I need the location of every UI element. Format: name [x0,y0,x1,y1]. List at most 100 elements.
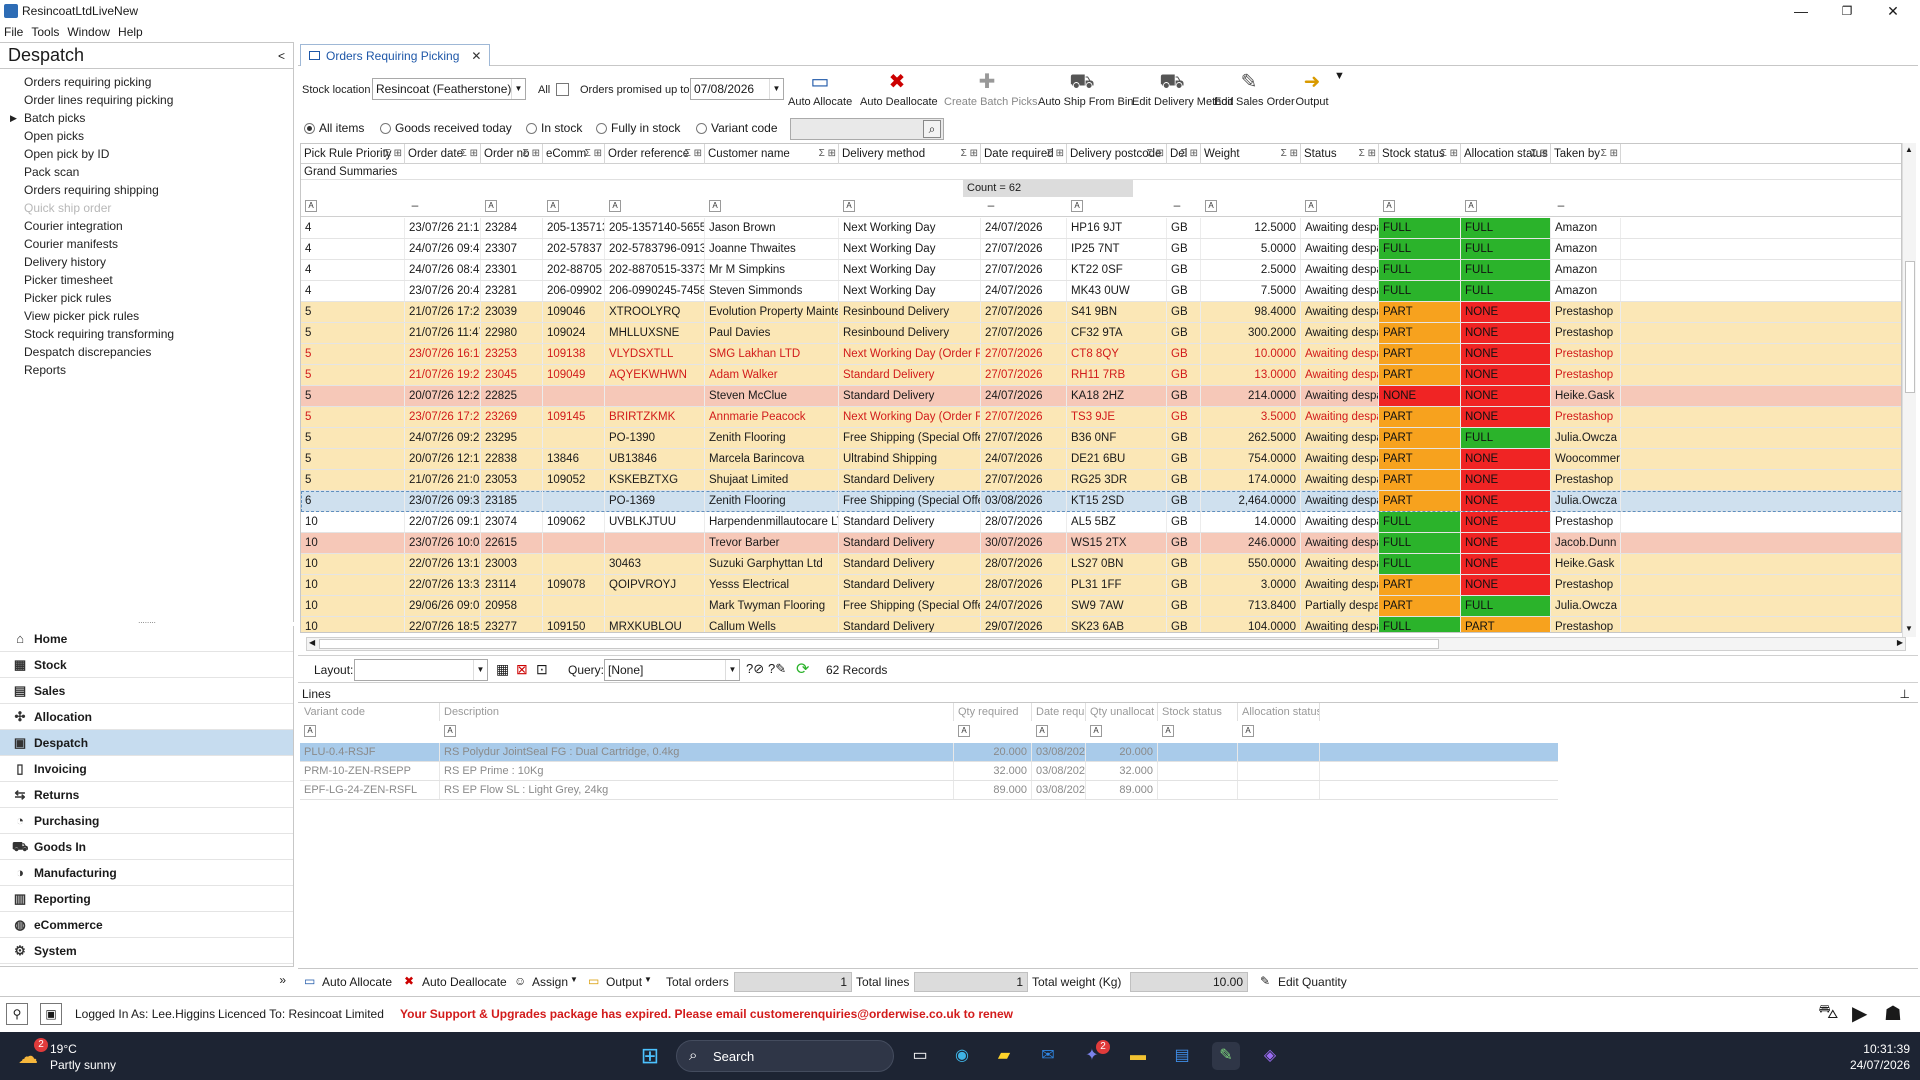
line-col-header-allocation-status[interactable]: Allocation status [1238,703,1320,721]
filter-all-items[interactable]: All items [304,121,364,135]
line-row[interactable]: EPF-LG-24-ZEN-RSFL RS EP Flow SL : Light … [300,781,1558,800]
scroll-right-icon[interactable]: ▶ [1897,638,1903,647]
cart-icon[interactable]: ⛍ [1818,1001,1839,1026]
radio-button[interactable] [696,122,707,134]
layout-select[interactable]: ▼ [354,659,488,681]
sidebar-item-batch-picks[interactable]: ▶ Batch picks [0,109,293,127]
refresh-icon[interactable]: ⟳ [796,659,809,679]
sidebar-item-courier-manifests[interactable]: Courier manifests [0,235,293,253]
filter-delivery-method-icon[interactable]: A [843,200,855,212]
sigma-icon[interactable]: Σ ⊞ [461,144,478,164]
sigma-icon[interactable]: Σ ⊞ [961,144,978,164]
table-row[interactable]: 10 22/07/26 18:58 23277 109150 MRXKUBLOU Call… [301,617,1901,632]
table-row[interactable]: 5 20/07/26 12:15 22838 13846 UB13846 Marcela … [301,449,1901,470]
nav-stock[interactable]: ▦ Stock [0,652,293,678]
table-row[interactable]: 5 21/07/26 19:21 23045 109049 AQYEKWHWN Adam … [301,365,1901,386]
sidebar-item-despatch-discrepancies[interactable]: Despatch discrepancies [0,343,293,361]
sticky-notes-icon[interactable]: ▰ [990,1042,1018,1070]
sidebar-item-order-lines-requiring-picking[interactable]: Order lines requiring picking [0,91,293,109]
nav-despatch[interactable]: ▣ Despatch [0,730,293,756]
table-row[interactable]: 10 23/07/26 10:08 22615 Trevor Barber Standa… [301,533,1901,554]
maximize-button[interactable]: ❐ [1824,0,1870,22]
col-header-date-required[interactable]: Date required Σ ⊞ [981,144,1067,164]
col-header-delivery-method[interactable]: Delivery method Σ ⊞ [839,144,981,164]
orderwise-icon[interactable]: ✎ [1212,1042,1240,1070]
nav-reporting[interactable]: ▥ Reporting [0,886,293,912]
scroll-up-icon[interactable]: ▲ [1905,145,1913,154]
nav-goods-in[interactable]: ⛟ Goods In [0,834,293,860]
col-header-delivery-postcode[interactable]: Delivery postcode Σ ⊞ [1067,144,1167,164]
app-icon[interactable]: ◈ [1256,1042,1284,1070]
tab-orders-requiring-picking[interactable]: Orders Requiring Picking ✕ [300,44,491,66]
nav-ecommerce[interactable]: ◍ eCommerce [0,912,293,938]
filter-variant-code[interactable]: Variant code [696,121,778,135]
menu-file[interactable]: File [4,25,23,39]
filter-allocation-status-icon[interactable]: A [1465,200,1477,212]
vertical-scrollbar[interactable]: ▲ ▼ [1902,143,1916,637]
sidebar-item-picker-timesheet[interactable]: Picker timesheet [0,271,293,289]
sigma-icon[interactable]: Σ ⊞ [1147,144,1164,164]
auto-ship-from-bin-button[interactable]: ⛟ Auto Ship From Bin [1038,68,1133,116]
play-icon[interactable]: ▶ [1852,1001,1867,1026]
layout-edit-icon[interactable]: ⊡ [536,661,548,678]
sigma-icon[interactable]: Σ ⊞ [385,144,402,164]
table-row[interactable]: 5 23/07/26 17:26 23269 109145 BRIRTZKMK Annma… [301,407,1901,428]
sidebar-item-view-picker-pick-rules[interactable]: View picker pick rules [0,307,293,325]
radio-button[interactable] [596,122,607,134]
col-header-customer-name[interactable]: Customer name Σ ⊞ [705,144,839,164]
col-header-taken-by[interactable]: Taken by Σ ⊞ [1551,144,1621,164]
table-row[interactable]: 5 20/07/26 12:29 22825 Steven McClue Standar… [301,386,1901,407]
notepad-icon[interactable]: ▤ [1168,1042,1196,1070]
filter-goods-received-today[interactable]: Goods received today [380,121,512,135]
table-row[interactable]: 6 23/07/26 09:36 23185 PO-1369 Zenith Floori… [301,491,1901,512]
sidebar-item-courier-integration[interactable]: Courier integration [0,217,293,235]
edge-icon[interactable]: ◉ [948,1042,976,1070]
table-row[interactable]: 4 24/07/26 09:42 23307 202-57837 202-5783796… [301,239,1901,260]
line-col-header-qty-required[interactable]: Qty required [954,703,1032,721]
table-row[interactable]: 10 22/07/26 13:10 23003 30463 Suzuki Garphyt… [301,554,1901,575]
line-filter-qty-unallocat-icon[interactable]: A [1090,725,1102,737]
layout-save-icon[interactable]: ▦ [496,661,509,678]
col-header-stock-status[interactable]: Stock status Σ ⊞ [1379,144,1461,164]
col-header-allocation-status[interactable]: Allocation status Σ ⊞ [1461,144,1551,164]
col-header-pick-rule-priority[interactable]: Pick Rule Priority Σ ⊞ [301,144,405,164]
table-row[interactable]: 5 21/07/26 17:20 23039 109046 XTROOLYRQ Evolu… [301,302,1901,323]
col-header-weight[interactable]: Weight Σ ⊞ [1201,144,1301,164]
table-row[interactable]: 5 24/07/26 09:27 23295 PO-1390 Zenith Floori… [301,428,1901,449]
filter-customer-name-icon[interactable]: A [709,200,721,212]
filter-weight-icon[interactable]: A [1205,200,1217,212]
table-row[interactable]: 5 21/07/26 11:47 22980 109024 MHLLUXSNE Paul … [301,323,1901,344]
stock-location-select[interactable]: Resincoat (Featherstone) ▼ [372,78,526,100]
table-row[interactable]: 5 23/07/26 16:10 23253 109138 VLYDSXTLL SMG L… [301,344,1901,365]
nav-returns[interactable]: ⇆ Returns [0,782,293,808]
nav-manufacturing[interactable]: ◑ Manufacturing [0,860,293,886]
filter-stock-status-icon[interactable]: A [1383,200,1395,212]
task-view-icon[interactable]: ▭ [906,1042,934,1070]
pin-icon[interactable]: ⊥ [1900,685,1910,703]
edit-sales-order-button[interactable]: ✎ Edit Sales Order [1214,68,1295,116]
collapse-sidebar-button[interactable]: < [278,49,285,63]
box-icon[interactable]: ▣ [40,1003,62,1025]
radio-button[interactable] [526,122,537,134]
filter-status-icon[interactable]: A [1305,200,1317,212]
sigma-icon[interactable]: Σ ⊞ [523,144,540,164]
filter-order-date-icon[interactable]: – [409,199,421,212]
assign-button[interactable]: Assign [532,975,568,989]
line-col-header-qty-unallocat[interactable]: Qty unallocat [1086,703,1158,721]
filter-date-required-icon[interactable]: – [985,199,997,212]
sigma-icon[interactable]: Σ ⊞ [1281,144,1298,164]
filter-taken-by-icon[interactable]: – [1555,199,1567,212]
sidebar-item-open-picks[interactable]: Open picks [0,127,293,145]
sidebar-item-pack-scan[interactable]: Pack scan [0,163,293,181]
close-button[interactable]: ✕ [1870,0,1916,22]
auto-deallocate-button[interactable]: Auto Deallocate [422,975,507,989]
nav-purchasing[interactable]: ◔ Purchasing [0,808,293,834]
scroll-left-icon[interactable]: ◀ [309,638,315,647]
search-icon[interactable]: ⌕ [923,120,941,138]
line-col-header-date-requi[interactable]: Date requi [1032,703,1086,721]
nav-splitter[interactable]: ........ [0,617,294,626]
line-filter-allocation-status-icon[interactable]: A [1242,725,1254,737]
table-row[interactable]: 4 23/07/26 21:13 23284 205-135713 205-135714… [301,218,1901,239]
sigma-icon[interactable]: Σ ⊞ [1531,144,1548,164]
radio-button[interactable] [304,122,315,134]
